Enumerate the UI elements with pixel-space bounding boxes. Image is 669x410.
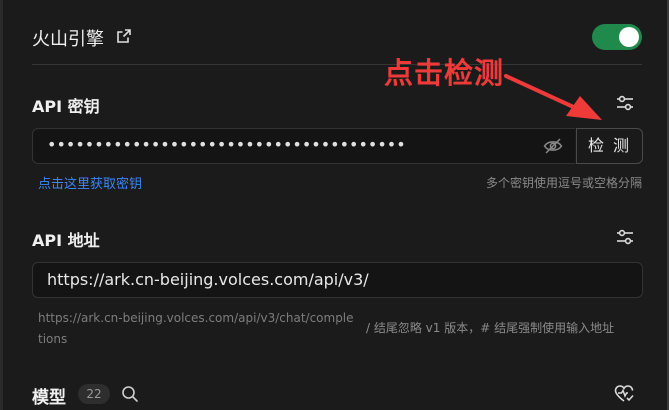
provider-title: 火山引擎 [32, 29, 104, 50]
api-key-input[interactable]: •••••••••••••••••••••••••••••••••••••• [32, 128, 575, 164]
annotation-arrow-icon [504, 74, 602, 120]
api-key-settings-icon[interactable] [616, 95, 634, 111]
api-url-label: API 地址 [32, 231, 100, 250]
api-url-input[interactable]: https://ark.cn-beijing.volces.com/api/v3… [32, 262, 643, 298]
models-label: 模型 [32, 388, 66, 408]
api-key-value: •••••••••••••••••••••••••••••••••••••• [47, 135, 406, 154]
annotation-text: 点击检测 [384, 56, 505, 90]
api-url-value: https://ark.cn-beijing.volces.com/api/v3… [47, 270, 369, 289]
health-check-icon[interactable] [614, 384, 634, 404]
get-key-link[interactable]: 点击这里获取密钥 [38, 173, 142, 192]
panel-left-border [0, 0, 3, 410]
api-url-hint: / 结尾忽略 v1 版本，# 结尾强制使用输入地址 [366, 321, 615, 335]
api-key-hint: 多个密钥使用逗号或空格分隔 [485, 176, 642, 190]
check-button[interactable]: 检 测 [576, 128, 643, 164]
api-url-settings-icon[interactable] [616, 229, 634, 245]
eye-off-icon[interactable] [543, 138, 563, 154]
models-count-badge: 22 [78, 384, 110, 404]
search-icon[interactable] [121, 385, 139, 403]
toggle-knob [619, 27, 639, 47]
external-link-icon[interactable] [116, 28, 132, 44]
header-divider [32, 64, 642, 65]
provider-enable-toggle[interactable] [592, 24, 642, 50]
api-url-preview: https://ark.cn-beijing.volces.com/api/v3… [38, 311, 354, 346]
api-key-label: API 密钥 [32, 97, 100, 116]
